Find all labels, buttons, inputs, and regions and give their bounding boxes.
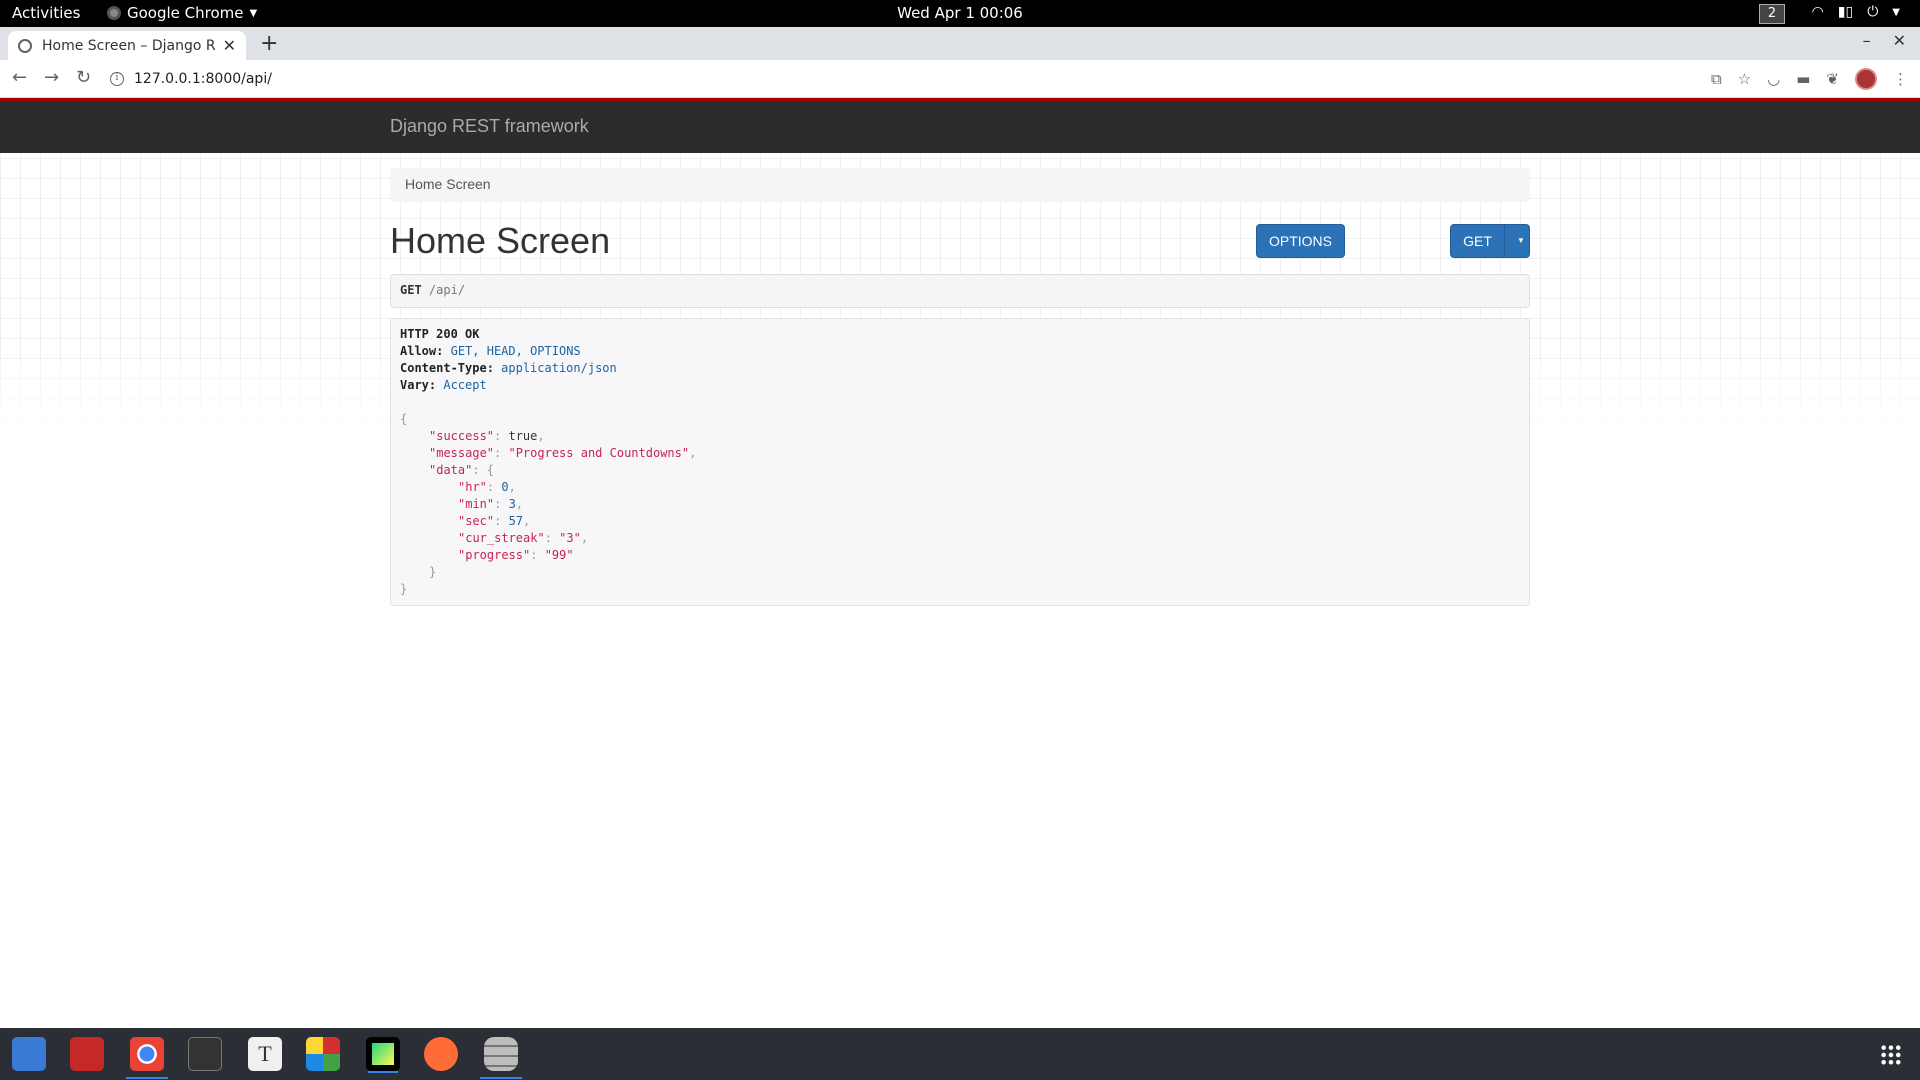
info-icon[interactable]: i xyxy=(110,72,124,86)
request-method: GET xyxy=(400,283,422,297)
close-tab-icon[interactable]: ✕ xyxy=(223,36,236,55)
pocket-icon[interactable]: ◡ xyxy=(1767,70,1780,88)
files-icon[interactable] xyxy=(12,1037,46,1071)
request-info: GET /api/ xyxy=(390,274,1530,308)
page-viewport: Django REST framework Home Screen Home S… xyxy=(0,98,1920,1028)
response-header: Vary: Accept xyxy=(400,378,487,392)
wifi-icon: ◠ xyxy=(1811,4,1824,20)
screenshot-icon[interactable] xyxy=(70,1037,104,1071)
postman-icon[interactable] xyxy=(424,1037,458,1071)
caret-down-icon: ▼ xyxy=(1892,6,1900,18)
breadcrumb-item: Home Screen xyxy=(405,176,491,192)
page-header: Home Screen OPTIONS GET ▼ xyxy=(390,212,1530,272)
forward-button[interactable]: → xyxy=(44,67,59,88)
system-top-bar: Activities Google Chrome ▼ Wed Apr 1 00:… xyxy=(0,0,1920,27)
response-body: { "success": true, "message": "Progress … xyxy=(400,412,697,596)
bookmark-star-icon[interactable]: ☆ xyxy=(1738,70,1751,88)
toolbar-icons: ⧉ ☆ ◡ ▬ ❦ ⋮ xyxy=(1711,68,1908,90)
browser-tab[interactable]: Home Screen – Django RE ✕ xyxy=(8,31,246,60)
close-window-button[interactable]: ✕ xyxy=(1893,31,1906,50)
drf-navbar: Django REST framework xyxy=(0,98,1920,153)
window-controls: – ✕ xyxy=(1863,31,1906,50)
get-format-dropdown[interactable]: ▼ xyxy=(1504,224,1530,258)
extension-icon[interactable]: ❦ xyxy=(1826,70,1839,88)
back-button[interactable]: ← xyxy=(12,67,27,88)
get-button[interactable]: GET xyxy=(1450,224,1505,258)
power-icon: ⏻ xyxy=(1867,4,1879,20)
response-header: Content-Type: application/json xyxy=(400,361,617,375)
breadcrumb: Home Screen xyxy=(390,168,1530,202)
page-title: Home Screen xyxy=(390,220,611,261)
response-status: HTTP 200 OK xyxy=(400,327,480,341)
new-tab-button[interactable]: + xyxy=(260,31,278,56)
options-button[interactable]: OPTIONS xyxy=(1256,224,1345,258)
text-editor-icon[interactable]: T xyxy=(248,1037,282,1071)
clock[interactable]: Wed Apr 1 00:06 xyxy=(0,4,1920,22)
minimize-button[interactable]: – xyxy=(1863,31,1871,50)
tab-title: Home Screen – Django RE xyxy=(42,37,217,54)
dock: T xyxy=(0,1028,1920,1080)
chrome-icon[interactable] xyxy=(126,1037,168,1079)
pycharm-icon[interactable] xyxy=(366,1037,400,1073)
profile-avatar[interactable] xyxy=(1855,68,1877,90)
tab-strip: Home Screen – Django RE ✕ + – ✕ xyxy=(0,27,1920,60)
url-text: 127.0.0.1:8000/api/ xyxy=(134,71,272,87)
response-header: Allow: GET, HEAD, OPTIONS xyxy=(400,344,581,358)
show-apps-grid-icon[interactable] xyxy=(1880,1044,1902,1066)
workspace-indicator[interactable]: 2 xyxy=(1759,4,1785,24)
main-content: Home Screen Home Screen OPTIONS GET ▼ GE… xyxy=(390,168,1530,606)
more-menu-icon[interactable]: ⋮ xyxy=(1893,70,1908,88)
drf-brand[interactable]: Django REST framework xyxy=(390,116,589,137)
response-panel: HTTP 200 OK Allow: GET, HEAD, OPTIONS Co… xyxy=(390,318,1530,606)
system-tray[interactable]: ◠ ▮▯ ⏻ ▼ xyxy=(1812,4,1900,20)
address-bar[interactable]: i 127.0.0.1:8000/api/ xyxy=(110,65,1750,93)
browser-toolbar: ← → ↻ i 127.0.0.1:8000/api/ ⧉ ☆ ◡ ▬ ❦ ⋮ xyxy=(0,60,1920,98)
volume-icon: ▮▯ xyxy=(1837,4,1854,20)
globe-icon xyxy=(18,38,32,53)
database-icon[interactable] xyxy=(480,1037,522,1079)
extension-icon[interactable]: ▬ xyxy=(1796,70,1810,88)
translate-icon[interactable]: ⧉ xyxy=(1711,70,1722,88)
office-icon[interactable] xyxy=(306,1037,340,1071)
system-monitor-icon[interactable] xyxy=(188,1037,222,1071)
reload-button[interactable]: ↻ xyxy=(76,67,91,88)
request-path: /api/ xyxy=(428,283,466,297)
